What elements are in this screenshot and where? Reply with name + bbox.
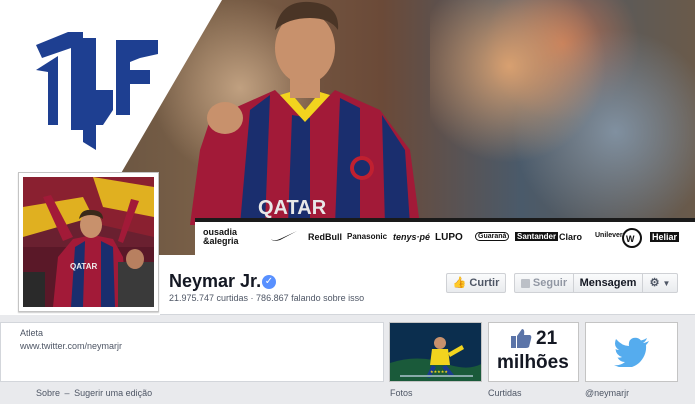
njr-logo <box>36 32 158 150</box>
sponsor-panasonic: Panasonic <box>347 232 388 241</box>
gear-icon: ⚙ <box>649 277 660 289</box>
nike-logo-icon <box>270 230 298 244</box>
svg-text:W: W <box>626 234 635 244</box>
follow-button[interactable]: Seguir <box>514 273 574 293</box>
twitter-handle-label[interactable]: @neymarjr <box>585 388 629 398</box>
follow-button-label: Seguir <box>532 277 568 289</box>
about-website-link[interactable]: www.twitter.com/neymarjr <box>20 341 122 351</box>
page-stats: 21.975.747 curtidas · 786.867 falando so… <box>169 293 365 303</box>
about-box <box>0 322 384 382</box>
photos-label[interactable]: Fotos <box>390 388 413 398</box>
like-button[interactable]: 👍 Curtir <box>446 273 506 293</box>
photos-thumbnail-image: ★★★★★ <box>390 323 481 381</box>
message-button-label: Mensagem <box>579 277 637 289</box>
cover-player-image: QATAR <box>190 1 420 225</box>
page: QATAR ousadia &alegria RedBull Panasonic… <box>0 0 695 404</box>
like-button-label: Curtir <box>469 277 500 289</box>
sponsor-ousadia-alegria: ousadia &alegria <box>203 227 239 246</box>
svg-text:★★★★★: ★★★★★ <box>430 369 448 374</box>
sponsor-unilever: Unilever <box>595 232 623 239</box>
svg-text:QATAR: QATAR <box>258 197 327 219</box>
profile-picture-image: QATAR <box>23 177 154 307</box>
likes-label[interactable]: Curtidas <box>488 388 522 398</box>
page-title[interactable]: Neymar Jr. <box>169 271 261 292</box>
likes-count: 21 <box>536 328 558 349</box>
sponsors-bar: ousadia &alegria RedBull Panasonic tenys… <box>195 218 695 255</box>
sponsor-heliar: Heliar <box>650 232 680 242</box>
about-link[interactable]: Sobre <box>36 388 60 398</box>
verified-check-icon: ✓ <box>262 275 276 289</box>
sponsor-santander: Santander <box>515 232 559 241</box>
about-category: Atleta <box>20 328 44 338</box>
rss-icon <box>520 278 530 288</box>
sponsor-claro: Claro <box>559 232 583 242</box>
likes-unit: milhões <box>497 352 569 373</box>
vw-logo-icon: W <box>622 228 642 250</box>
profile-picture[interactable]: QATAR <box>18 172 159 312</box>
photos-tile[interactable]: ★★★★★ <box>389 322 482 382</box>
thumbs-up-icon <box>511 329 532 348</box>
more-options-button[interactable]: ⚙ ▼ <box>642 273 678 293</box>
twitter-bird-icon <box>614 337 649 367</box>
thumbs-up-icon: 👍 <box>452 277 467 289</box>
about-footer: Sobre – Sugerir uma edição <box>36 388 152 398</box>
suggest-edit-link[interactable]: Sugerir uma edição <box>74 388 152 398</box>
chevron-down-icon: ▼ <box>662 279 671 288</box>
message-button[interactable]: Mensagem <box>573 273 643 293</box>
about-separator: – <box>64 388 70 398</box>
svg-text:QATAR: QATAR <box>70 262 97 271</box>
sponsor-tenys-pe: tenys·pé <box>393 232 431 242</box>
sponsor-lupo: LUPO <box>435 232 463 243</box>
sponsor-redbull: RedBull <box>308 232 343 242</box>
sponsor-guarana: Guaraná <box>475 232 510 241</box>
